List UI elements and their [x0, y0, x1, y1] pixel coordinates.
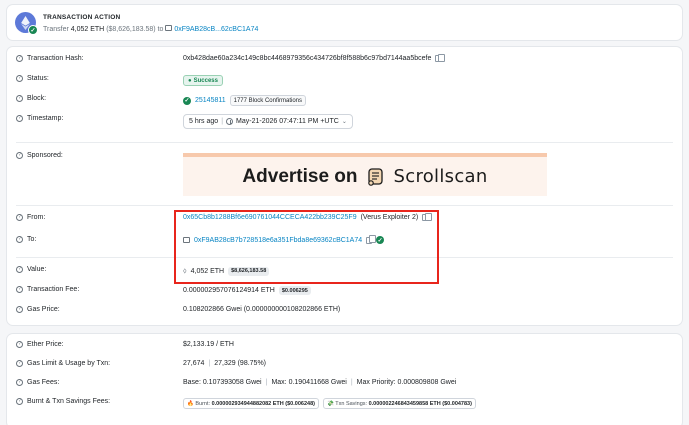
- burnt-fee-badge: 🔥 Burnt: 0.000002934944882082 ETH ($0.00…: [183, 398, 319, 409]
- question-icon[interactable]: ?: [16, 214, 23, 221]
- burnt-fees-label: Burnt & Txn Savings Fees:: [27, 398, 111, 405]
- timestamp-row: ? Timestamp: 5 hrs ago | May-21-2026 07:47:…: [0, 114, 689, 130]
- transaction-action-card: ✓ TRANSACTION ACTION Transfer 4,052 ETH …: [6, 4, 683, 41]
- copy-icon[interactable]: [435, 53, 445, 62]
- gas-fee-max: Max: 0.190411668 Gwei: [271, 379, 347, 386]
- question-icon[interactable]: ?: [16, 341, 23, 348]
- gas-price-label: Gas Price:: [27, 306, 60, 313]
- gas-fee-priority: Max Priority: 0.000809808 Gwei: [356, 379, 457, 386]
- to-label: To:: [27, 236, 37, 243]
- block-number-link[interactable]: 25145811: [195, 97, 226, 104]
- contract-icon: [165, 25, 173, 31]
- ad-text: Advertise on: [242, 165, 358, 187]
- success-check-icon: ✓: [28, 25, 38, 35]
- tx-hash-row: ? Transaction Hash: 0xb428dae60a234c149c8…: [0, 53, 689, 69]
- block-row: ? Block: ✓ 25145811 1777 Block Confirmation…: [0, 95, 689, 109]
- gas-limit-row: ? Gas Limit & Usage by Txn: 27,674 | 27,329…: [0, 360, 689, 374]
- gas-fees-row: ? Gas Fees: Base: 0.107393058 Gwei | Max: 0…: [0, 379, 689, 393]
- transaction-action-summary: Transfer 4,052 ETH ($8,626,183.58) to 0x…: [43, 25, 258, 33]
- highlight-box: [174, 210, 439, 284]
- question-icon[interactable]: ?: [16, 75, 23, 82]
- success-check-icon: ●: [188, 77, 192, 84]
- block-check-icon: ✓: [183, 96, 191, 105]
- block-label: Block:: [27, 95, 47, 102]
- block-confirmations-badge: 1777 Block Confirmations: [229, 95, 306, 106]
- action-verb: Transfer: [43, 26, 69, 33]
- tx-hash-label: Transaction Hash:: [27, 55, 84, 62]
- chevron-down-icon: ⌄: [341, 119, 347, 125]
- gas-price-row: ? Gas Price: 0.108202866 Gwei (0.00000000…: [0, 306, 689, 320]
- question-icon[interactable]: ?: [16, 306, 23, 313]
- ethereum-logo-icon: ✓: [15, 12, 38, 35]
- burnt-fees-row: ? Burnt & Txn Savings Fees: 🔥 Burnt: 0.00…: [0, 398, 689, 412]
- gas-limit-label: Gas Limit & Usage by Txn:: [27, 360, 111, 367]
- action-address-link[interactable]: 0xF9AB28cB...62cBC1A74: [174, 26, 258, 33]
- scroll-logo-icon: [367, 167, 383, 186]
- question-icon[interactable]: ?: [16, 379, 23, 386]
- ether-price-row: ? Ether Price: $2,133.19 / ETH: [0, 341, 689, 355]
- timestamp-ago: 5 hrs ago: [189, 118, 219, 125]
- question-icon[interactable]: ?: [16, 398, 23, 405]
- value-label: Value:: [27, 266, 47, 273]
- sponsored-label: Sponsored:: [27, 152, 63, 159]
- fee-row: ? Transaction Fee: 0.000002957076124914 E…: [0, 286, 689, 300]
- question-icon[interactable]: ?: [16, 360, 23, 367]
- question-icon[interactable]: ?: [16, 55, 23, 62]
- fee-label: Transaction Fee:: [27, 286, 80, 293]
- timestamp-label: Timestamp:: [27, 115, 64, 122]
- from-label: From:: [27, 214, 46, 221]
- question-icon[interactable]: ?: [16, 286, 23, 293]
- status-badge: ● Success: [183, 75, 223, 86]
- question-icon[interactable]: ?: [16, 152, 23, 159]
- transaction-action-title: TRANSACTION ACTION: [43, 14, 121, 21]
- clock-icon: [226, 118, 234, 125]
- status-label: Status:: [27, 75, 49, 82]
- gas-fees-label: Gas Fees:: [27, 379, 60, 386]
- question-icon[interactable]: ?: [16, 115, 23, 122]
- action-to-word: to: [157, 26, 164, 33]
- tx-hash-value: 0xb428dae60a234c149c8bc4468979356c434726…: [183, 55, 432, 62]
- sponsored-ad-banner[interactable]: Advertise on Scrollscan: [183, 153, 547, 196]
- action-usd: ($8,626,183.58): [106, 26, 156, 33]
- action-amount: 4,052 ETH: [70, 26, 105, 33]
- gas-limit-value: 27,674: [183, 360, 205, 367]
- gas-fee-base: Base: 0.107393058 Gwei: [183, 379, 262, 386]
- question-icon[interactable]: ?: [16, 95, 23, 102]
- fee-amount: 0.000002957076124914 ETH: [183, 287, 275, 294]
- divider: [16, 142, 673, 143]
- gas-usage-value: 27,329 (98.75%): [214, 360, 267, 367]
- ether-price-label: Ether Price:: [27, 341, 64, 348]
- question-icon[interactable]: ?: [16, 266, 23, 273]
- fee-usd-badge: $0.006295: [278, 286, 311, 295]
- gas-price-value: 0.108202866 Gwei (0.000000000108202866 E…: [183, 306, 341, 313]
- status-row: ? Status: ● Success: [0, 75, 689, 89]
- ether-price-value: $2,133.19 / ETH: [183, 341, 234, 348]
- ad-brand: Scrollscan: [393, 166, 488, 187]
- question-icon[interactable]: ?: [16, 236, 23, 243]
- txn-savings-badge: 💸 Txn Savings: 0.000002246843459858 ETH …: [322, 398, 476, 409]
- timestamp-date: May-21-2026 07:47:11 PM +UTC: [236, 118, 339, 125]
- timestamp-dropdown[interactable]: 5 hrs ago | May-21-2026 07:47:11 PM +UTC ⌄: [183, 114, 353, 129]
- divider: [16, 205, 673, 206]
